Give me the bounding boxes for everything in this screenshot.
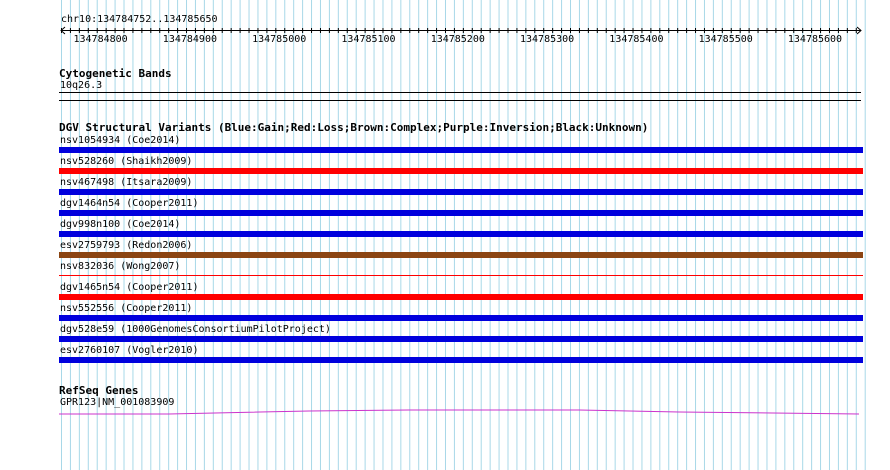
variant-bar[interactable] <box>59 294 863 300</box>
variant-label[interactable]: nsv552556 (Cooper2011) <box>60 303 192 315</box>
variant-bar[interactable] <box>59 231 863 237</box>
ruler-tick-label: 134784900 <box>162 34 217 45</box>
ruler-tick-label: 134785500 <box>698 34 753 45</box>
refseq-track-title: RefSeq Genes <box>59 384 139 397</box>
variant-label[interactable]: esv2760107 (Vogler2010) <box>60 345 198 357</box>
cytoband-track-title: Cytogenetic Bands <box>59 67 172 80</box>
gene-feature-line[interactable] <box>59 407 863 417</box>
variant-bar[interactable] <box>59 275 863 276</box>
variant-bar[interactable] <box>59 168 863 174</box>
variant-label[interactable]: esv2759793 (Redon2006) <box>60 240 192 252</box>
variant-bar[interactable] <box>59 210 863 216</box>
variant-label[interactable]: nsv528260 (Shaikh2009) <box>60 156 192 168</box>
variant-label[interactable]: dgv528e59 (1000GenomesConsortiumPilotPro… <box>60 324 331 336</box>
variant-bar[interactable] <box>59 252 863 258</box>
ruler-tick-label: 134785300 <box>520 34 575 45</box>
cytoband-label: 10q26.3 <box>60 80 103 91</box>
ruler-tick-label: 134785000 <box>252 34 307 45</box>
variant-bar[interactable] <box>59 147 863 153</box>
track-divider <box>59 100 861 101</box>
ruler-tick-label: 134785100 <box>341 34 396 45</box>
variant-label[interactable]: nsv1054934 (Coe2014) <box>60 135 180 147</box>
coordinate-label: chr10:134784752..134785650 <box>61 14 218 25</box>
variant-label[interactable]: dgv1464n54 (Cooper2011) <box>60 198 198 210</box>
variant-bar[interactable] <box>59 336 863 342</box>
ruler-tick-label: 134785600 <box>787 34 843 45</box>
gene-intron-line <box>59 409 860 415</box>
ruler-tick-label: 134784800 <box>73 34 128 45</box>
dgv-track-title: DGV Structural Variants (Blue:Gain;Red:L… <box>59 121 649 134</box>
ruler-tick-label: 134785400 <box>609 34 664 45</box>
variant-label[interactable]: nsv832036 (Wong2007) <box>60 261 180 273</box>
variant-bar[interactable] <box>59 315 863 321</box>
cytoband-band-line <box>59 92 861 93</box>
variant-label[interactable]: dgv1465n54 (Cooper2011) <box>60 282 198 294</box>
variant-label[interactable]: dgv998n100 (Coe2014) <box>60 219 180 231</box>
variant-bar[interactable] <box>59 357 863 363</box>
position-ruler[interactable]: 134784800 134784900 134785000 134785100 1347… <box>59 26 863 48</box>
ruler-tick-label: 134785200 <box>430 34 485 45</box>
variant-label[interactable]: nsv467498 (Itsara2009) <box>60 177 192 189</box>
variant-bar[interactable] <box>59 189 863 195</box>
